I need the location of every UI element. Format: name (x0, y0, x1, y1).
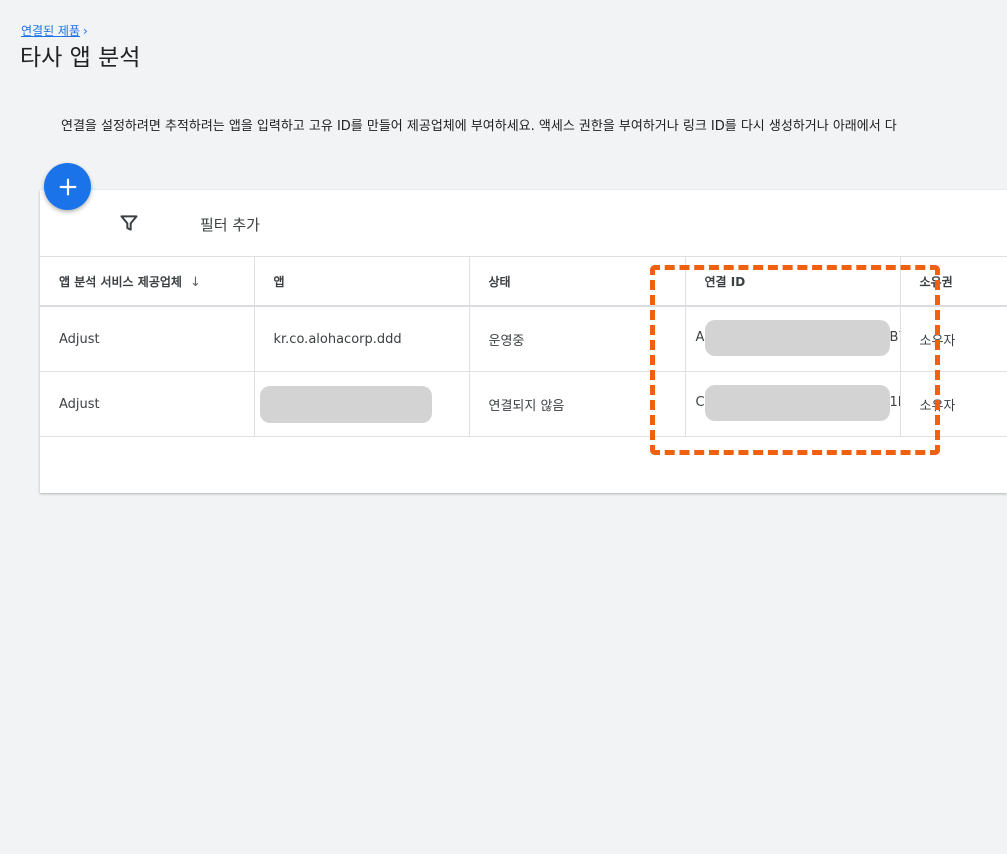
chevron-right-icon: › (83, 23, 88, 38)
filter-bar: 필터 추가 (40, 190, 1007, 257)
cell-ownership: 소유자 (900, 306, 1007, 372)
column-header-ownership[interactable]: 소유권 (900, 257, 1007, 307)
cell-app (254, 371, 470, 437)
table-row[interactable]: Adjust 연결되지 않음 C 1I 소유자 (40, 371, 1007, 437)
cell-provider: Adjust (40, 371, 255, 437)
cell-ownership: 소유자 (900, 371, 1007, 437)
cell-provider: Adjust (40, 306, 255, 372)
links-table: 앱 분석 서비스 제공업체 ↓ 앱 상태 연결 ID 소유권 Adjust kr.… (40, 257, 1007, 437)
column-header-provider-label: 앱 분석 서비스 제공업체 (59, 274, 182, 289)
column-header-link-id[interactable]: 연결 ID (685, 257, 901, 307)
redacted-link-id (704, 320, 890, 356)
link-id-suffix: B7 (889, 330, 900, 345)
page: 연결된 제품 › 타사 앱 분석 연결을 설정하려면 추적하려는 앱을 입력하고… (0, 0, 1007, 854)
link-id-prefix: A (695, 330, 705, 345)
column-header-provider[interactable]: 앱 분석 서비스 제공업체 ↓ (40, 257, 255, 307)
links-table-card: 필터 추가 앱 분석 서비스 제공업체 ↓ 앱 상태 연결 ID 소유권 Adj… (40, 190, 1007, 493)
cell-status: 연결되지 않음 (469, 371, 686, 437)
cell-status: 운영중 (469, 306, 686, 372)
add-filter-button[interactable]: 필터 추가 (200, 214, 260, 235)
filter-icon[interactable] (119, 213, 139, 233)
redacted-app-name (259, 385, 432, 423)
breadcrumb-link-linked-products[interactable]: 연결된 제품 (21, 22, 80, 39)
arrow-down-icon: ↓ (189, 274, 201, 290)
page-description: 연결을 설정하려면 추적하려는 앱을 입력하고 고유 ID를 만들어 제공업체에… (61, 119, 897, 134)
page-title: 타사 앱 분석 (20, 45, 141, 71)
add-link-button[interactable] (44, 163, 91, 210)
column-header-status[interactable]: 상태 (469, 257, 686, 307)
table-header-row: 앱 분석 서비스 제공업체 ↓ 앱 상태 연결 ID 소유권 (40, 257, 1007, 307)
cell-link-id: C 1I (685, 371, 901, 437)
column-header-app[interactable]: 앱 (254, 257, 470, 307)
table-row[interactable]: Adjust kr.co.alohacorp.ddd 운영중 A B7 소유자 (40, 306, 1007, 372)
link-id-suffix: 1I (889, 395, 900, 410)
redacted-link-id (704, 385, 890, 421)
cell-link-id: A B7 (685, 306, 901, 372)
breadcrumb: 연결된 제품 › (21, 22, 88, 39)
cell-app: kr.co.alohacorp.ddd (254, 306, 470, 372)
plus-icon (59, 178, 76, 195)
link-id-prefix: C (695, 395, 705, 410)
